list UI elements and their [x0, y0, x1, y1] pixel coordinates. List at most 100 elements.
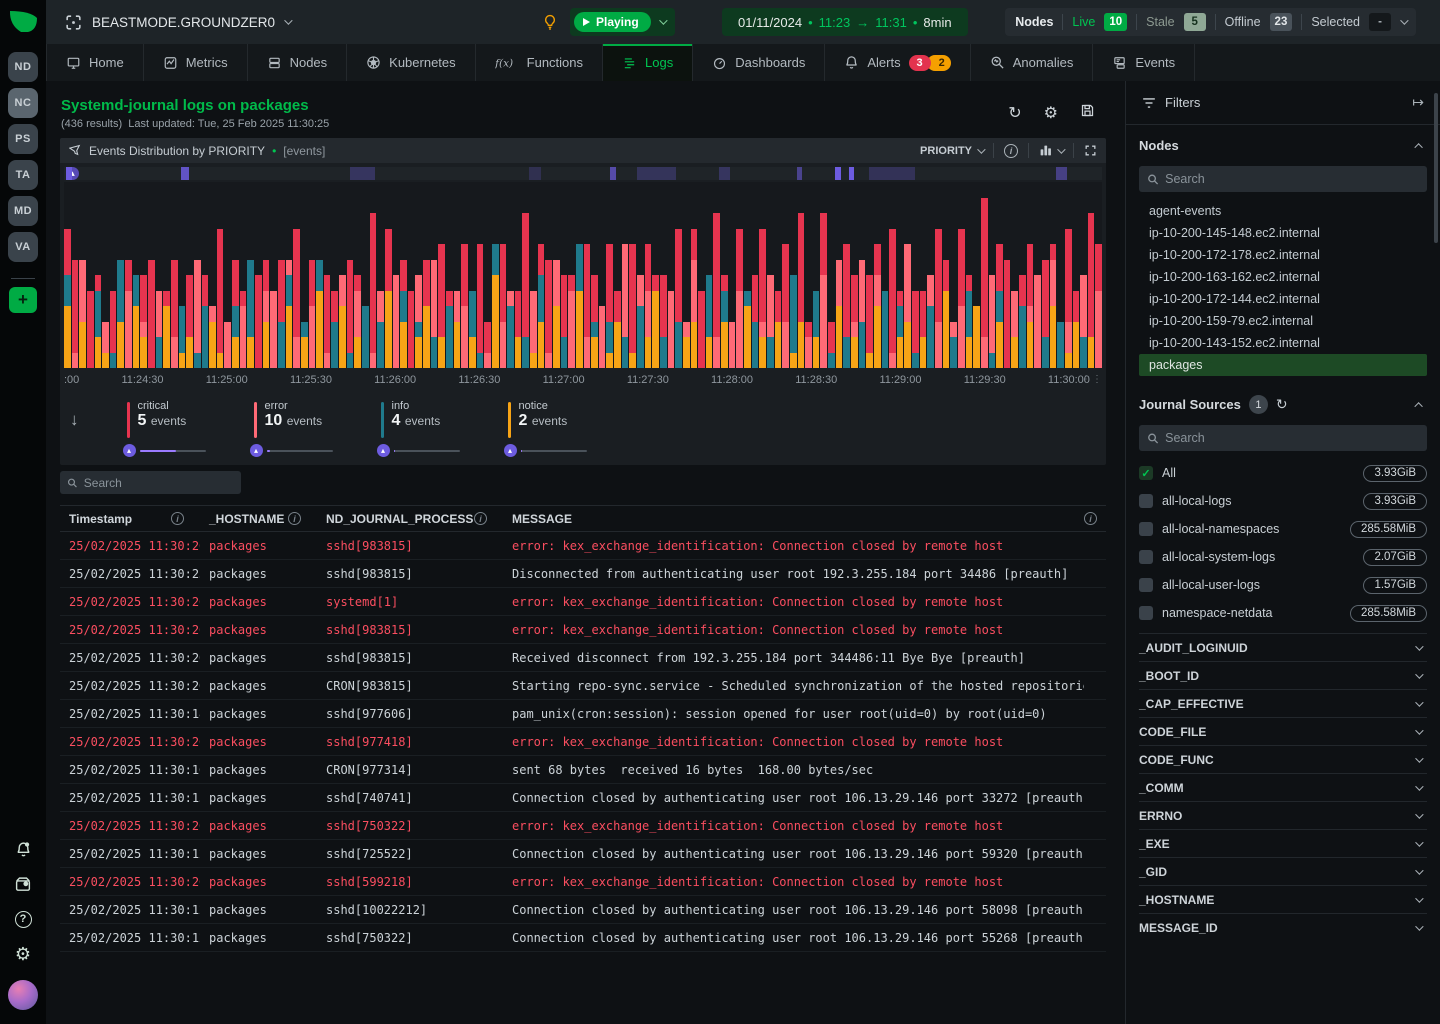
tab-functions[interactable]: f(x)Functions: [476, 44, 603, 81]
checkbox[interactable]: [1139, 578, 1153, 592]
column-header-message[interactable]: MESSAGE: [503, 512, 1084, 526]
node-filter-item[interactable]: ip-10-200-163-162.ec2.internal: [1139, 266, 1427, 288]
filter-section-cap-effective[interactable]: _CAP_EFFECTIVE: [1139, 689, 1427, 717]
group-by-dropdown[interactable]: PRIORITY: [920, 145, 983, 157]
node-filter-item[interactable]: ip-10-200-172-144.ec2.internal: [1139, 288, 1427, 310]
node-filter-item[interactable]: ip-10-200-159-79.ec2.internal: [1139, 310, 1427, 332]
expand-icon[interactable]: [1084, 144, 1097, 157]
checkbox[interactable]: [1139, 522, 1153, 536]
legend-item-error[interactable]: error10 events▴: [254, 400, 333, 457]
legend-anomaly-slider[interactable]: ▴: [377, 444, 460, 457]
legend-anomaly-slider[interactable]: ▴: [123, 444, 206, 457]
nodes-section-header[interactable]: Nodes: [1139, 125, 1427, 166]
legend-item-critical[interactable]: critical5 events▴: [127, 400, 206, 457]
playback-control[interactable]: Playing: [570, 8, 675, 36]
journal-sources-refresh-icon[interactable]: ↻: [1276, 396, 1288, 413]
node-filter-item[interactable]: ip-10-200-143-152.ec2.internal: [1139, 332, 1427, 354]
table-row[interactable]: 25/02/2025 11:30:12packagessshd[750322]C…: [60, 924, 1106, 952]
table-row[interactable]: 25/02/2025 11:30:26packagessshd[750322]e…: [60, 812, 1106, 840]
space-button-va[interactable]: VA: [8, 232, 38, 262]
space-button-ta[interactable]: TA: [8, 160, 38, 190]
table-row[interactable]: 25/02/2025 11:30:26packagessshd[977418]e…: [60, 728, 1106, 756]
table-row[interactable]: 25/02/2025 11:30:25packagessshd[983815]D…: [60, 560, 1106, 588]
filter-section-exe[interactable]: _EXE: [1139, 829, 1427, 857]
table-info-icon[interactable]: i: [1084, 512, 1097, 525]
help-icon[interactable]: ?: [14, 910, 32, 928]
journal-source-item[interactable]: all-local-namespaces285.58MiB: [1139, 515, 1427, 543]
filter-section-gid[interactable]: _GID: [1139, 857, 1427, 885]
table-row[interactable]: 25/02/2025 11:30:16packagesCRON[977314]s…: [60, 756, 1106, 784]
checkbox[interactable]: [1139, 606, 1153, 620]
filter-section-code-file[interactable]: CODE_FILE: [1139, 717, 1427, 745]
space-selector[interactable]: BEASTMODE.GROUNDZER0: [64, 13, 290, 32]
journal-source-item[interactable]: all-local-logs3.93GiB: [1139, 487, 1427, 515]
legend-anomaly-slider[interactable]: ▴: [504, 444, 587, 457]
table-row[interactable]: 25/02/2025 11:30:26packagessshd[983815]e…: [60, 532, 1106, 560]
nodes-search[interactable]: [1139, 166, 1427, 192]
nodes-summary-panel[interactable]: Nodes Live 10 Stale 5 Offline 23 Selecte…: [1005, 8, 1416, 36]
legend-anomaly-slider[interactable]: ▴: [250, 444, 333, 457]
chart-type-selector[interactable]: [1039, 144, 1063, 157]
table-search[interactable]: [60, 471, 241, 494]
filter-section-boot-id[interactable]: _BOOT_ID: [1139, 661, 1427, 689]
checkbox[interactable]: [1139, 550, 1153, 564]
filter-section-errno[interactable]: ERRNO: [1139, 801, 1427, 829]
column-info-icon[interactable]: i: [171, 512, 184, 525]
node-filter-item[interactable]: ip-10-200-172-178.ec2.internal: [1139, 244, 1427, 266]
table-row[interactable]: 25/02/2025 11:30:26packagessshd[983815]e…: [60, 616, 1106, 644]
tab-nodes[interactable]: Nodes: [248, 44, 348, 81]
filter-section-comm[interactable]: _COMM: [1139, 773, 1427, 801]
journal-source-item[interactable]: all-local-system-logs2.07GiB: [1139, 543, 1427, 571]
journal-source-item[interactable]: namespace-netdata285.58MiB: [1139, 599, 1427, 627]
tab-logs[interactable]: Logs: [603, 44, 693, 81]
table-row[interactable]: 25/02/2025 11:30:20packagessshd[983815]R…: [60, 644, 1106, 672]
nodes-search-input[interactable]: [1165, 172, 1419, 186]
filter-section-audit-loginuid[interactable]: _AUDIT_LOGINUID: [1139, 633, 1427, 661]
save-icon[interactable]: [1080, 103, 1095, 123]
filter-section-hostname[interactable]: _HOSTNAME: [1139, 885, 1427, 913]
chart-info-icon[interactable]: i: [1004, 144, 1018, 158]
column-header-timestamp[interactable]: Timestampi: [60, 512, 200, 526]
journal-source-item[interactable]: all-local-user-logs1.57GiB: [1139, 571, 1427, 599]
collapse-sidebar-icon[interactable]: ↦: [1412, 94, 1424, 111]
tab-dashboards[interactable]: Dashboards: [693, 44, 825, 81]
filter-section-message-id[interactable]: MESSAGE_ID: [1139, 913, 1427, 941]
table-row[interactable]: 25/02/2025 11:30:26packagessystemd[1]err…: [60, 588, 1106, 616]
anomaly-ribbon[interactable]: ▴: [64, 167, 1102, 180]
table-row[interactable]: 25/02/2025 11:30:20packagesCRON[983815]S…: [60, 672, 1106, 700]
table-row[interactable]: 25/02/2025 11:30:26packagessshd[599218]e…: [60, 868, 1106, 896]
add-space-button[interactable]: +: [9, 287, 37, 313]
legend-item-info[interactable]: info4 events▴: [381, 400, 460, 457]
gear-icon[interactable]: ⚙: [1044, 103, 1058, 123]
space-button-nc[interactable]: NC: [8, 88, 38, 118]
column-header-nd-journal-process[interactable]: ND_JOURNAL_PROCESSi: [317, 512, 503, 526]
node-filter-item[interactable]: ip-10-200-145-148.ec2.internal: [1139, 222, 1427, 244]
space-button-nd[interactable]: ND: [8, 52, 38, 82]
tab-events[interactable]: Events: [1093, 44, 1195, 81]
table-row[interactable]: 25/02/2025 11:30:12packagessshd[725522]C…: [60, 840, 1106, 868]
column-info-icon[interactable]: i: [288, 512, 301, 525]
sidebar-scrollbar[interactable]: [1434, 93, 1438, 243]
node-filter-item[interactable]: packages: [1139, 354, 1427, 376]
filter-section-code-func[interactable]: CODE_FUNC: [1139, 745, 1427, 773]
news-bulb-icon[interactable]: [542, 13, 558, 31]
chart-resize-handle[interactable]: ⋮⋮: [1081, 374, 1103, 385]
netdata-logo-icon[interactable]: [8, 8, 38, 36]
user-avatar[interactable]: [8, 980, 38, 1010]
legend-item-notice[interactable]: notice2 events▴: [508, 400, 587, 457]
notifications-bell-icon[interactable]: [14, 840, 32, 858]
inbox-icon[interactable]: [14, 875, 32, 893]
legend-sort-arrow-icon[interactable]: ↓: [70, 410, 79, 457]
node-filter-item[interactable]: agent-events: [1139, 200, 1427, 222]
journal-sources-search[interactable]: [1139, 425, 1427, 451]
tab-home[interactable]: Home: [46, 44, 144, 81]
table-row[interactable]: 25/02/2025 11:30:12packagessshd[10022212…: [60, 896, 1106, 924]
table-row[interactable]: 25/02/2025 11:30:15packagessshd[740741]C…: [60, 784, 1106, 812]
date-range-picker[interactable]: 01/11/2024 • 11:23 → 11:31 • 8min: [722, 8, 968, 36]
table-row[interactable]: 25/02/2025 11:30:18packagessshd[977606]p…: [60, 700, 1106, 728]
tab-alerts[interactable]: Alerts32: [825, 44, 970, 81]
journal-source-item[interactable]: ✓All3.93GiB: [1139, 459, 1427, 487]
tab-kubernetes[interactable]: Kubernetes: [347, 44, 476, 81]
column-header--hostname[interactable]: _HOSTNAMEi: [200, 512, 317, 526]
checkbox[interactable]: [1139, 494, 1153, 508]
